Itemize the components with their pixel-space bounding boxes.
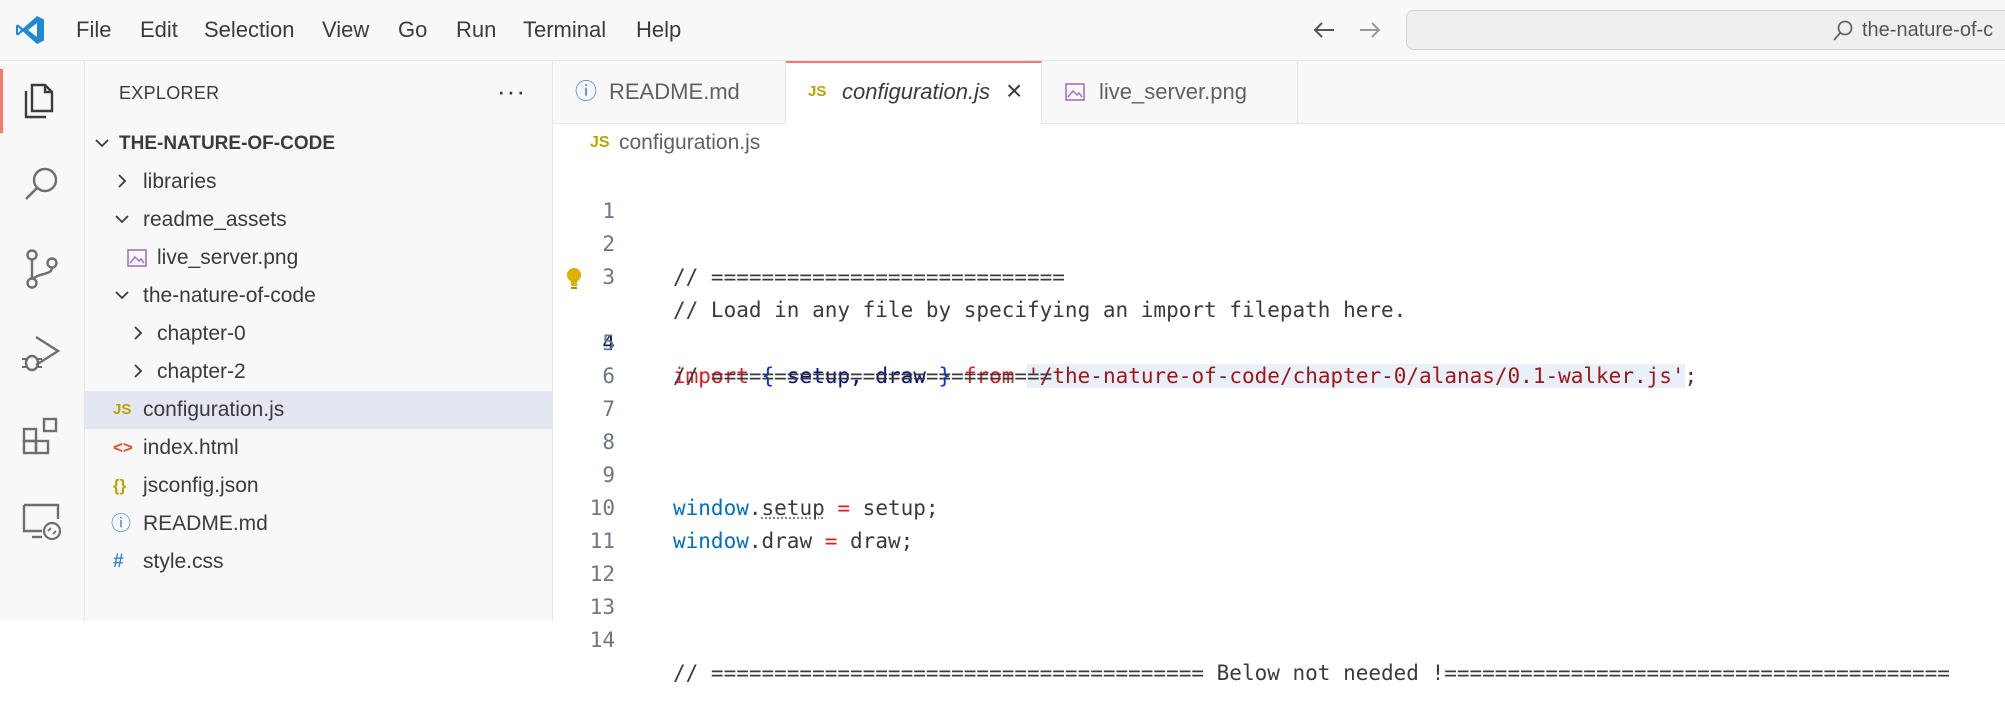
js-file-icon: JS [590, 124, 610, 162]
menu-terminal[interactable]: Terminal [523, 0, 606, 60]
code-line-current: 4 import { setup, draw } from '/the-natu… [553, 261, 2005, 294]
info-icon: ⓘ [111, 505, 131, 543]
code-line: 5 // =========================== [553, 294, 2005, 327]
tree-item-label: configuration.js [143, 391, 284, 429]
more-actions-icon[interactable]: ··· [497, 81, 526, 101]
tree-item-label: readme_assets [143, 201, 287, 239]
remote-explorer-icon[interactable] [18, 497, 66, 545]
tab-readme-md[interactable]: ⓘ README.md [553, 61, 786, 123]
chevron-right-icon [129, 324, 147, 342]
tree-item-jsconfig-json[interactable]: {} jsconfig.json [85, 467, 552, 505]
forward-arrow-icon[interactable] [1356, 16, 1384, 44]
breadcrumb: JS configuration.js [553, 124, 2005, 162]
menu-selection[interactable]: Selection [204, 0, 295, 60]
menu-help[interactable]: Help [636, 0, 681, 60]
tree-item-chapter-2[interactable]: chapter-2 [85, 353, 552, 391]
code-line: 13 [553, 558, 2005, 591]
close-icon[interactable]: × [1006, 63, 1022, 119]
title-bar: File Edit Selection View Go Run Terminal… [0, 0, 2005, 61]
html-file-icon: <> [113, 429, 133, 467]
tree-item-label: index.html [143, 429, 239, 467]
tab-label: README.md [609, 61, 740, 123]
tree-item-label: chapter-2 [157, 353, 246, 391]
tree-item-readme-md[interactable]: ⓘ README.md [85, 505, 552, 543]
command-center-search[interactable]: the-nature-of-c [1406, 10, 2005, 50]
chevron-right-icon [129, 362, 147, 380]
menu-go[interactable]: Go [398, 0, 427, 60]
css-file-icon: # [113, 543, 124, 581]
json-file-icon: {} [113, 467, 126, 505]
tab-label: live_server.png [1099, 61, 1247, 123]
chevron-down-icon [93, 134, 111, 152]
source-control-icon[interactable] [18, 245, 66, 293]
tree-item-label: live_server.png [157, 239, 298, 277]
image-file-icon [127, 249, 147, 267]
menu-edit[interactable]: Edit [140, 0, 178, 60]
tree-item-label: style.css [143, 543, 224, 581]
activity-bar [0, 61, 85, 621]
run-debug-icon[interactable] [18, 329, 66, 377]
chevron-down-icon [113, 210, 131, 228]
code-line: 11 [553, 492, 2005, 525]
menu-run[interactable]: Run [456, 0, 496, 60]
chevron-down-icon [113, 286, 131, 304]
menu-view[interactable]: View [322, 0, 369, 60]
tree-item-configuration-js[interactable]: JS configuration.js [85, 391, 552, 429]
tree-item-label: jsconfig.json [143, 467, 259, 505]
tree-item-readme-assets[interactable]: readme_assets [85, 201, 552, 239]
chevron-right-icon [113, 172, 131, 190]
back-arrow-icon[interactable] [1310, 16, 1338, 44]
lightbulb-icon[interactable] [563, 266, 585, 290]
menu-file[interactable]: File [76, 0, 111, 60]
tree-item-index-html[interactable]: <> index.html [85, 429, 552, 467]
code-line: 8 [553, 393, 2005, 426]
vscode-logo-icon [14, 14, 46, 46]
tree-item-label: chapter-0 [157, 315, 246, 353]
code-line: 3 // Load in any file by specifying an i… [553, 228, 2005, 261]
code-line: 12 [553, 525, 2005, 558]
extensions-icon[interactable] [18, 413, 66, 461]
image-file-icon [1065, 83, 1085, 101]
breadcrumb-file[interactable]: configuration.js [619, 124, 760, 162]
js-file-icon: JS [808, 63, 826, 121]
tree-item-libraries[interactable]: libraries [85, 163, 552, 201]
js-file-icon: JS [113, 391, 131, 429]
code-line: 7 [553, 360, 2005, 393]
tree-item-live-server-png[interactable]: live_server.png [85, 239, 552, 277]
code-line: 14 // ==================================… [553, 591, 2005, 624]
search-icon[interactable] [18, 161, 66, 209]
code-line: 2 // ============================ [553, 195, 2005, 228]
tree-item-label: libraries [143, 163, 217, 201]
tab-configuration-js[interactable]: JS configuration.js × [786, 61, 1042, 124]
tree-item-the-nature-of-code[interactable]: the-nature-of-code [85, 277, 552, 315]
tree-item-style-css[interactable]: # style.css [85, 543, 552, 581]
code-line: 9 window.setup = setup; [553, 426, 2005, 459]
code-line: 1 [553, 162, 2005, 195]
tree-item-label: the-nature-of-code [143, 277, 316, 315]
explorer-title: EXPLORER [119, 61, 219, 125]
tree-item-chapter-0[interactable]: chapter-0 [85, 315, 552, 353]
explorer-sidebar: EXPLORER ··· THE-NATURE-OF-CODE librarie… [85, 61, 553, 621]
search-icon [1831, 19, 1855, 43]
workspace-root[interactable]: THE-NATURE-OF-CODE [85, 125, 552, 163]
command-center-text: the-nature-of-c [1862, 11, 1993, 49]
line-number: 14 [555, 624, 615, 657]
tree-item-label: README.md [143, 505, 268, 543]
code-editor[interactable]: 1 2 // ============================ 3 //… [553, 162, 2005, 621]
code-text: // =====================================… [673, 657, 1950, 690]
active-indicator [0, 69, 3, 133]
editor-tab-bar: ⓘ README.md JS configuration.js × live_s… [553, 61, 2005, 124]
code-line: 6 [553, 327, 2005, 360]
info-icon: ⓘ [575, 61, 597, 123]
workspace-root-label: THE-NATURE-OF-CODE [119, 125, 335, 163]
tab-label: configuration.js [842, 63, 990, 121]
explorer-icon[interactable] [18, 77, 66, 125]
tab-live-server-png[interactable]: live_server.png [1043, 61, 1298, 123]
code-line: 10 window.draw = draw; [553, 459, 2005, 492]
